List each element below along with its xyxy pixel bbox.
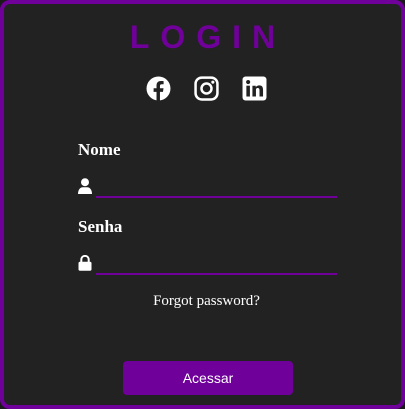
user-icon xyxy=(78,178,92,194)
social-links xyxy=(4,76,405,101)
instagram-icon xyxy=(194,76,219,101)
forgot-password-link[interactable]: Forgot password? xyxy=(4,292,405,310)
password-input[interactable] xyxy=(96,255,337,275)
facebook-icon xyxy=(146,76,171,101)
linkedin-icon xyxy=(242,76,267,101)
username-label: Nome xyxy=(78,140,121,159)
lock-icon xyxy=(78,255,92,271)
linkedin-link[interactable] xyxy=(242,76,267,101)
page-title: LOGIN xyxy=(129,19,287,55)
facebook-link[interactable] xyxy=(146,76,171,101)
submit-button[interactable]: Acessar xyxy=(123,361,293,395)
password-label: Senha xyxy=(78,217,123,236)
login-card: LOGIN Nome Senha Forgot password? Acessa… xyxy=(0,0,405,409)
instagram-link[interactable] xyxy=(194,76,219,101)
username-input[interactable] xyxy=(96,178,337,198)
